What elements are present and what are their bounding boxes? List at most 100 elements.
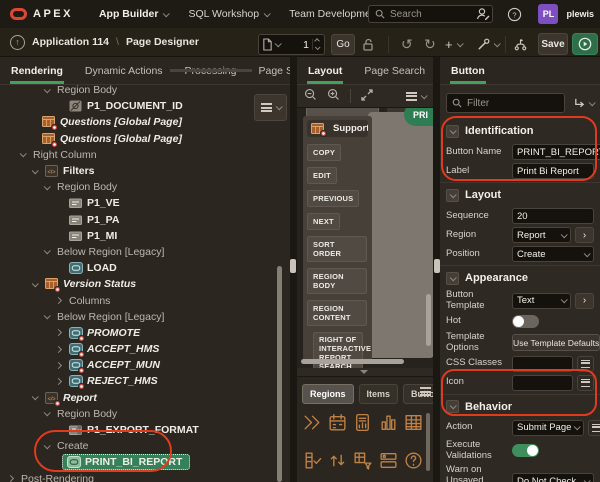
unlock-icon[interactable] xyxy=(361,34,375,55)
tree-item-right-column[interactable]: Right Column xyxy=(0,147,290,163)
tree-item-load[interactable]: LOAD xyxy=(0,260,290,276)
left-splitter-handle[interactable] xyxy=(290,259,296,273)
tab-layout[interactable]: Layout xyxy=(297,57,353,84)
context-menu-item-next[interactable]: NEXT xyxy=(307,213,340,230)
tree-item-accept-mun[interactable]: ACCEPT_MUN xyxy=(0,357,290,375)
context-menu-item-edit[interactable]: EDIT xyxy=(307,167,337,184)
tab-dynamic-actions[interactable]: Dynamic Actions xyxy=(74,57,174,84)
tab-rendering[interactable]: Rendering xyxy=(0,57,74,84)
position-select[interactable]: Create xyxy=(512,246,594,262)
up-arrow-icon[interactable]: ↑ xyxy=(10,34,25,50)
chevron-down-icon[interactable] xyxy=(43,312,51,320)
create-menu-icon[interactable]: + xyxy=(445,34,464,55)
sequence-input[interactable]: 20 xyxy=(512,208,594,224)
account-icon[interactable] xyxy=(475,6,491,22)
list-values-icon[interactable] xyxy=(577,355,594,372)
canvas-horizontal-scrollbar[interactable] xyxy=(301,359,404,364)
expand-icon[interactable] xyxy=(361,88,373,104)
chevron-right-icon[interactable] xyxy=(54,329,63,337)
tree-item-questions-global-page-[interactable]: Questions [Global Page] xyxy=(0,114,290,132)
tree-item-post-rendering[interactable]: Post-Rendering xyxy=(0,471,290,482)
chevron-down-icon[interactable] xyxy=(43,441,51,450)
tree-item-below-region-legacy-[interactable]: Below Region [Legacy] xyxy=(0,309,290,325)
tree-item-region-body[interactable]: Region Body xyxy=(0,406,290,422)
context-menu-item-previous[interactable]: PREVIOUS xyxy=(307,190,360,207)
calendar-icon[interactable] xyxy=(325,410,350,434)
go-to-icon[interactable]: › xyxy=(575,227,594,243)
zoom-out-icon[interactable] xyxy=(304,88,317,104)
page-number-stepper[interactable] xyxy=(312,38,321,51)
canvas-vertical-scrollbar[interactable] xyxy=(426,294,431,346)
page-finder[interactable]: 1 xyxy=(258,34,325,55)
chevron-down-icon[interactable] xyxy=(31,393,39,401)
utilities-icon[interactable] xyxy=(477,34,501,55)
context-menu-item-sort-order[interactable]: SORT ORDER xyxy=(307,236,367,262)
tree-item-accept-hms[interactable]: ACCEPT_HMS xyxy=(0,341,290,359)
tree-item-reject-hms[interactable]: REJECT_HMS xyxy=(0,373,290,391)
menu-app-builder[interactable]: App Builder xyxy=(99,8,171,20)
section-header-layout[interactable]: Layout xyxy=(446,185,600,205)
chevron-down-icon[interactable] xyxy=(43,182,51,191)
go-to-icon[interactable]: › xyxy=(575,292,594,309)
collapse-icon[interactable] xyxy=(446,400,459,414)
tree-item-region-body[interactable]: Region Body xyxy=(0,82,290,98)
icon-input[interactable] xyxy=(512,374,573,391)
user-avatar[interactable]: PL xyxy=(538,4,559,24)
tree-item-below-region-legacy-[interactable]: Below Region [Legacy] xyxy=(0,244,290,260)
gallery-tab-items[interactable]: Items xyxy=(358,384,399,404)
tree-item-columns[interactable]: Columns xyxy=(0,292,290,308)
tree-item-create[interactable]: Create xyxy=(0,438,290,454)
collapse-icon[interactable] xyxy=(446,188,459,202)
tree-item-p1-mi[interactable]: P1_MI xyxy=(0,228,290,244)
run-page-button[interactable] xyxy=(572,33,598,55)
action-select[interactable]: Submit Page xyxy=(512,419,585,436)
page-number-input[interactable]: 1 xyxy=(280,39,312,51)
help-icon[interactable]: ? xyxy=(507,7,522,22)
button-name-input[interactable]: PRINT_BI_REPORT xyxy=(512,144,600,160)
redo-icon[interactable]: ↻ xyxy=(424,34,436,55)
dynamic-content-icon[interactable] xyxy=(325,448,350,472)
list-values-icon[interactable] xyxy=(588,419,600,436)
go-button[interactable]: Go xyxy=(331,34,355,55)
chart-icon[interactable] xyxy=(376,410,401,434)
tab-page-search[interactable]: Page Search xyxy=(353,57,436,84)
tree-item-region-body[interactable]: Region Body xyxy=(0,179,290,195)
chevron-right-icon[interactable] xyxy=(54,377,63,386)
breadcrumb-app[interactable]: Application 114 xyxy=(32,36,109,48)
chevron-down-icon[interactable] xyxy=(31,166,39,174)
gallery-tab-regions[interactable]: Regions xyxy=(302,384,354,404)
context-menu-item-region-content[interactable]: REGION CONTENT xyxy=(307,300,367,326)
tree-item-version-status[interactable]: Version Status xyxy=(0,276,290,294)
go-to-component-icon[interactable] xyxy=(573,97,596,109)
tree-selected-node[interactable]: PRINT_BI_REPORT xyxy=(62,454,191,471)
execute-validations-toggle[interactable] xyxy=(512,444,539,458)
help-text-icon[interactable] xyxy=(401,448,426,472)
hot-toggle[interactable] xyxy=(512,315,539,329)
tree-item-filters[interactable]: </> Filters xyxy=(0,163,290,179)
save-button[interactable]: Save xyxy=(538,33,568,55)
layout-menu-icon[interactable] xyxy=(406,91,428,101)
section-header-behavior[interactable]: Behavior xyxy=(446,397,600,417)
global-search-input[interactable]: Search xyxy=(368,5,493,23)
canvas-region-body[interactable] xyxy=(368,112,433,358)
tree-item-promote[interactable]: PROMOTE xyxy=(0,325,290,342)
context-menu-item-copy[interactable]: COPY xyxy=(307,144,342,161)
css-classes-input[interactable] xyxy=(512,355,573,372)
tab-page-shared-components[interactable]: Page Shared Components xyxy=(248,57,291,84)
chevron-right-icon[interactable] xyxy=(6,475,15,482)
undo-icon[interactable]: ↺ xyxy=(401,34,413,55)
chevron-right-icon[interactable] xyxy=(54,296,63,305)
layout-canvas[interactable]: PRI Supporting ... COPYEDITPREVIOUSNEXTS… xyxy=(297,108,433,368)
zoom-in-icon[interactable] xyxy=(327,88,340,104)
list-values-icon[interactable] xyxy=(577,374,594,391)
collapse-icon[interactable] xyxy=(446,124,459,138)
shared-components-icon[interactable] xyxy=(513,34,528,55)
property-filter-input[interactable]: Filter xyxy=(446,93,565,113)
warn-on-unsaved-changes-select[interactable]: Do Not Check xyxy=(512,473,594,482)
chevron-down-icon[interactable] xyxy=(43,85,51,93)
chevron-right-icon[interactable] xyxy=(54,345,63,353)
chevron-down-icon[interactable] xyxy=(31,280,39,288)
apex-logo[interactable]: APEX xyxy=(0,8,73,20)
chevron-right-icon[interactable] xyxy=(54,361,63,369)
canvas-resize-handle[interactable] xyxy=(360,370,368,374)
